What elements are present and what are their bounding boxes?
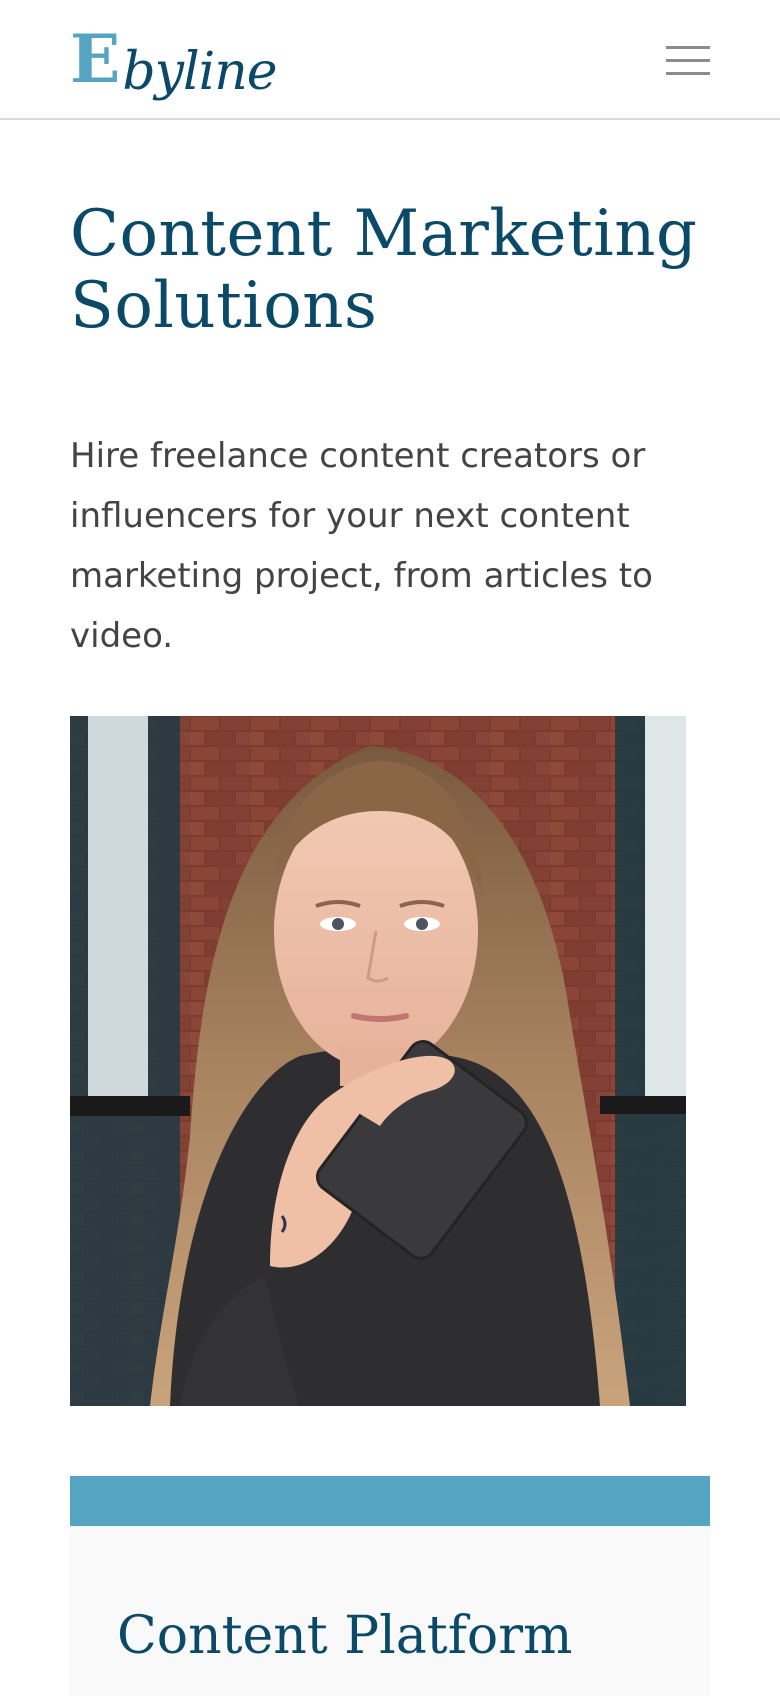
accent-bar [70,1476,710,1526]
card-title: Content Platform [117,1606,573,1666]
page-title: Content Marketing Solutions [70,197,698,343]
menu-line [666,46,710,49]
ebyline-logo[interactable]: E byline [70,20,278,98]
hero-description: Hire freelance content creators or influ… [70,436,653,656]
logo-wordmark: byline [122,42,277,102]
site-header: E byline [0,0,780,120]
content-platform-card: Content Platform [70,1526,710,1696]
woman-portrait-image [70,716,686,1406]
menu-line [666,59,710,62]
hamburger-menu-icon[interactable] [660,44,710,78]
logo-mark: E [70,20,121,98]
menu-line [666,72,710,75]
hero-photo [70,716,686,1406]
